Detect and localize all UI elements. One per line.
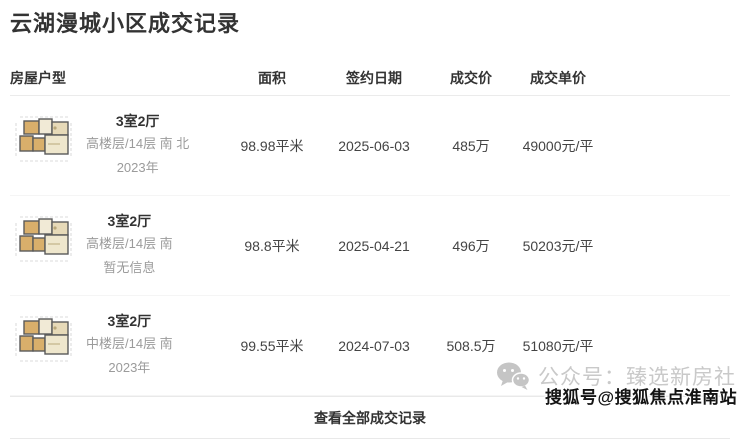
column-header-unit-price: 成交单价 [511,68,605,88]
house-floor-info: 高楼层/14层 南 北 [86,134,189,154]
column-header-house-type: 房屋户型 [10,68,227,88]
table-row[interactable]: 3室2厅 中楼层/14层 南 2023年 99.55平米 2024-07-03 … [10,296,730,396]
house-info: 3室2厅 中楼层/14层 南 2023年 [86,313,173,378]
table-row[interactable]: 3室2厅 高楼层/14层 南 北 2023年 98.98平米 2025-06-0… [10,96,730,196]
unit-price-value: 49000元/平 [511,136,605,156]
house-info: 3室2厅 高楼层/14层 南 北 2023年 [86,113,189,178]
footer-bar: 查看全部成交记录 [10,396,730,439]
unit-price-value: 51080元/平 [511,336,605,356]
house-cell: 3室2厅 中楼层/14层 南 2023年 [10,313,227,378]
house-floor-info: 高楼层/14层 南 [86,234,173,254]
area-value: 99.55平米 [227,336,317,356]
sign-date-value: 2024-07-03 [317,338,431,354]
house-floor-info: 中楼层/14层 南 [86,334,173,354]
floorplan-thumbnail[interactable] [10,113,76,165]
sign-date-value: 2025-04-21 [317,238,431,254]
column-header-price: 成交价 [431,68,511,88]
sign-date-value: 2025-06-03 [317,138,431,154]
table-header-row: 房屋户型 面积 签约日期 成交价 成交单价 [10,68,730,96]
house-type: 3室2厅 [86,213,173,230]
house-type: 3室2厅 [86,313,173,330]
area-value: 98.98平米 [227,136,317,156]
house-cell: 3室2厅 高楼层/14层 南 北 2023年 [10,113,227,178]
view-all-records-button[interactable]: 查看全部成交记录 [314,408,426,428]
area-value: 98.8平米 [227,236,317,256]
floorplan-thumbnail[interactable] [10,213,76,265]
table-row[interactable]: 3室2厅 高楼层/14层 南 暂无信息 98.8平米 2025-04-21 49… [10,196,730,296]
house-info: 3室2厅 高楼层/14层 南 暂无信息 [86,213,173,278]
transaction-records-panel: 云湖漫城小区成交记录 房屋户型 面积 签约日期 成交价 成交单价 [0,12,740,439]
unit-price-value: 50203元/平 [511,236,605,256]
house-year: 暂无信息 [86,258,173,278]
price-value: 508.5万 [431,336,511,356]
column-header-area: 面积 [227,68,317,88]
floorplan-thumbnail[interactable] [10,313,76,365]
house-cell: 3室2厅 高楼层/14层 南 暂无信息 [10,213,227,278]
column-header-sign-date: 签约日期 [317,68,431,88]
price-value: 496万 [431,236,511,256]
house-year: 2023年 [86,358,173,378]
page-title: 云湖漫城小区成交记录 [10,12,730,36]
house-year: 2023年 [86,158,189,178]
house-type: 3室2厅 [86,113,189,130]
price-value: 485万 [431,136,511,156]
